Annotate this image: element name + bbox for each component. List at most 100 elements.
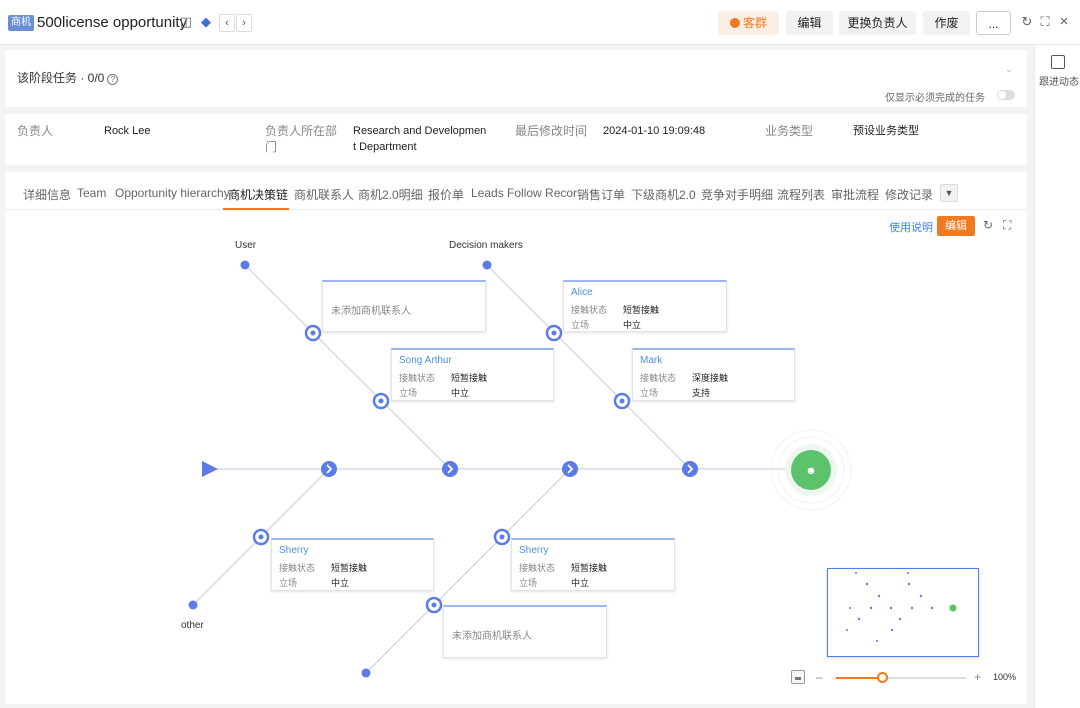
stance-key: 立场 <box>519 578 538 588</box>
right-sidebar: 跟进动态 <box>1034 45 1080 708</box>
page-title: 500license opportunity <box>37 14 188 31</box>
chat-icon <box>729 18 740 28</box>
refresh-icon[interactable]: ↻ <box>983 218 993 232</box>
object-type-badge: 商机 <box>8 15 34 31</box>
status-value: 短暂接触 <box>451 373 488 383</box>
dept-value-cont: t Department <box>353 141 417 153</box>
status-key: 接触状态 <box>519 563 556 573</box>
zoom-percentage: 100% <box>993 672 1017 682</box>
empty-contact-card[interactable]: 未添加商机联系人 <box>322 280 486 332</box>
tab-leads-follow[interactable]: Leads Follow Recor <box>471 186 577 200</box>
contact-name[interactable]: Song Arthur <box>399 355 452 366</box>
stage-task-card: 该阶段任务 · 0/0? ⌄ 仅显示必须完成的任务 <box>5 50 1027 107</box>
modified-time-value: 2024-01-10 19:09:48 <box>603 125 706 137</box>
status-key: 接触状态 <box>571 305 608 315</box>
contact-name[interactable]: Sherry <box>519 545 548 556</box>
follow-up-label: 跟进动态 <box>1039 77 1079 88</box>
zoom-in-icon[interactable]: + <box>974 670 981 684</box>
edit-note-icon <box>1051 55 1065 69</box>
active-tab-indicator <box>223 208 289 210</box>
owner-value[interactable]: Rock Lee <box>104 123 150 140</box>
summary-card: 负责人 Rock Lee 负责人所在部 门 Research and Devel… <box>5 114 1027 165</box>
contact-card[interactable]: Mark 接触状态 深度接触 立场 支持 <box>632 348 795 401</box>
tab-decision-chain[interactable]: 商机决策链 <box>228 186 288 203</box>
label-user: User <box>235 240 257 251</box>
contact-name[interactable]: Mark <box>640 355 662 366</box>
status-value: 深度接触 <box>692 373 729 383</box>
tab-team[interactable]: Team <box>77 186 106 200</box>
zoom-out-icon[interactable]: – <box>816 670 823 684</box>
tab-bar: 详细信息 Team Opportunity hierarchy 商机决策链 商机… <box>5 172 1027 210</box>
required-filter-label: 仅显示必须完成的任务 <box>885 93 985 104</box>
zoom-slider-thumb[interactable] <box>876 672 888 683</box>
tab-contacts[interactable]: 商机联系人 <box>294 186 354 203</box>
lock-icon[interactable]: ◫ <box>178 14 194 30</box>
tab-details[interactable]: 详细信息 <box>23 186 71 203</box>
modified-time-label: 最后修改时间 <box>515 124 588 138</box>
usage-guide-link[interactable]: 使用说明 <box>889 219 933 235</box>
dept-label-cont: 门 <box>265 140 278 154</box>
stance-value: 中立 <box>331 578 350 588</box>
contact-card[interactable]: Sherry 接触状态 短暂接触 立场 中立 <box>511 538 675 591</box>
tab-sales-orders[interactable]: 销售订单 <box>577 186 625 203</box>
label-decision-makers: Decision makers <box>449 240 523 251</box>
collapse-chevron-icon[interactable]: ⌄ <box>1005 64 1013 75</box>
label-other: other <box>181 620 204 631</box>
tag-icon[interactable]: ◆ <box>198 14 214 30</box>
follow-up-button[interactable]: 跟进动态 <box>1035 45 1080 89</box>
contact-card[interactable]: Sherry 接触状态 短暂接触 立场 中立 <box>271 538 434 591</box>
stance-key: 立场 <box>640 388 659 398</box>
tab-competitors[interactable]: 竞争对手明细 <box>701 186 773 203</box>
void-button[interactable]: 作废 <box>923 11 970 35</box>
contact-card[interactable]: Song Arthur 接触状态 短暂接触 立场 中立 <box>391 348 554 401</box>
kequn-label: 客群 <box>742 16 767 30</box>
tab-change-log[interactable]: 修改记录 <box>885 186 933 203</box>
required-filter-toggle[interactable] <box>997 90 1015 100</box>
more-tabs-icon[interactable]: ▼ <box>940 184 958 202</box>
fullscreen-icon[interactable]: ⛶ <box>1037 14 1053 30</box>
help-icon[interactable]: ? <box>107 74 119 85</box>
status-key: 接触状态 <box>640 373 677 383</box>
refresh-icon[interactable]: ↻ <box>1019 14 1035 30</box>
minimap-goal <box>949 604 957 612</box>
stance-value: 支持 <box>692 388 711 398</box>
change-owner-button[interactable]: 更换负责人 <box>839 11 916 35</box>
zoom-slider[interactable] <box>836 672 966 683</box>
more-button[interactable]: ... <box>976 11 1011 35</box>
tab-opportunity-details[interactable]: 商机2.0明细 <box>358 186 423 203</box>
tab-sub-opportunity[interactable]: 下级商机2.0 <box>631 186 696 203</box>
stance-value: 中立 <box>571 578 590 588</box>
tab-process-list[interactable]: 流程列表 <box>777 186 825 203</box>
owner-label: 负责人 <box>17 124 54 138</box>
stance-value: 中立 <box>623 320 642 330</box>
contact-name[interactable]: Sherry <box>279 545 308 556</box>
edit-button[interactable]: 编辑 <box>786 11 833 35</box>
contact-card[interactable]: Alice 接触状态 短暂接触 立场 中立 <box>563 280 727 332</box>
prev-arrow-icon[interactable]: ‹ <box>219 14 235 32</box>
tab-opportunity-hierarchy[interactable]: Opportunity hierarchy <box>115 186 230 200</box>
close-icon[interactable]: × <box>1056 14 1072 30</box>
minimap[interactable] <box>827 568 979 657</box>
tab-quotes[interactable]: 报价单 <box>428 186 464 203</box>
fullscreen-icon[interactable]: ⛶ <box>1003 218 1011 233</box>
empty-contact-card[interactable]: 未添加商机联系人 <box>443 605 607 658</box>
minimap-preview <box>846 572 957 642</box>
tab-approval-flow[interactable]: 审批流程 <box>831 186 879 203</box>
status-value: 短暂接触 <box>331 563 368 573</box>
next-arrow-icon[interactable]: › <box>236 14 252 32</box>
dept-value: Research and Developmen <box>353 125 487 137</box>
biz-type-label: 业务类型 <box>765 124 814 138</box>
stance-key: 立场 <box>399 388 418 398</box>
status-key: 接触状态 <box>399 373 436 383</box>
zoom-slider-fill <box>836 677 882 679</box>
stance-value: 中立 <box>451 388 470 398</box>
status-key: 接触状态 <box>279 563 316 573</box>
diagram-edit-button[interactable]: 编辑 <box>937 216 975 236</box>
contact-name[interactable]: Alice <box>571 287 593 298</box>
stage-task-title: 该阶段任务 · 0/0? <box>17 69 119 86</box>
stage-task-text: 该阶段任务 · 0/0 <box>17 71 105 85</box>
kequn-button[interactable]: 客群 <box>718 11 779 35</box>
empty-contact-text: 未添加商机联系人 <box>452 631 532 642</box>
minimap-toggle-icon[interactable] <box>791 670 805 684</box>
stance-key: 立场 <box>571 320 590 330</box>
